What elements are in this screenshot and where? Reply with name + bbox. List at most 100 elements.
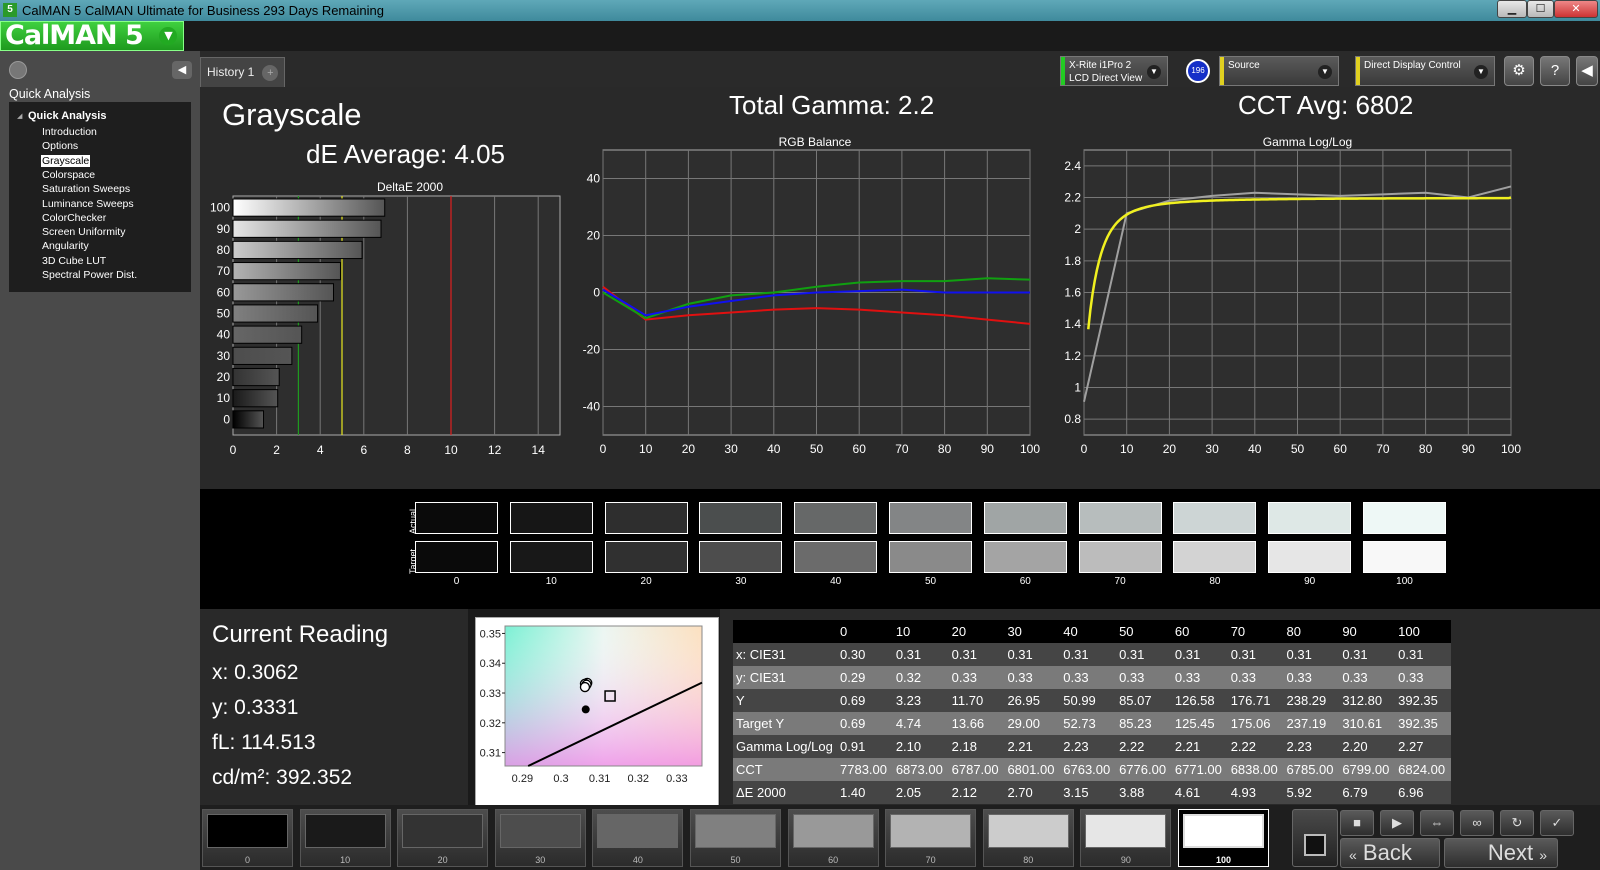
table-cell: 237.19	[1286, 716, 1327, 731]
fit-icon[interactable]: ⇔	[1420, 810, 1454, 836]
patch-label: 60	[828, 855, 839, 865]
tree-root[interactable]: Quick Analysis	[28, 110, 106, 122]
stop-toggle-button[interactable]	[1292, 809, 1338, 867]
patch-button[interactable]: 80	[982, 809, 1074, 867]
table-cell: 3.15	[1063, 785, 1089, 800]
deltae-y-tick: 20	[217, 370, 231, 384]
table-cell: 2.10	[895, 739, 922, 754]
collapse-right-icon[interactable]: ◀	[1576, 56, 1598, 86]
checkmark-icon[interactable]: ✓	[1540, 810, 1574, 836]
deltae-bar	[232, 283, 334, 302]
table-row: x: CIE31 0.30 0.31 0.31 0.31 0.31 0.31 0.31 0.31…	[733, 643, 1451, 666]
display-selector[interactable]: Direct Display Control ▼	[1355, 56, 1495, 86]
expand-arrow-icon[interactable]: ◢	[17, 112, 22, 120]
sidebar-item[interactable]: 3D Cube LUT	[41, 255, 107, 267]
table-cell: 126.58	[1174, 693, 1215, 708]
patch-button[interactable]: 50	[690, 809, 781, 867]
maximize-button[interactable]: ☐	[1527, 0, 1554, 18]
collapse-sidebar-button[interactable]: ◀	[172, 61, 192, 79]
sidebar-item[interactable]: Luminance Sweeps	[41, 198, 135, 210]
table-cell: 6.79	[1342, 785, 1368, 800]
table-cell: 3.23	[895, 693, 922, 708]
add-tab-icon[interactable]: +	[262, 65, 279, 81]
rgb-balance-x-tick: 90	[981, 442, 995, 456]
close-button[interactable]: ✕	[1554, 0, 1598, 18]
patch-button[interactable]: 90	[1080, 809, 1172, 867]
minimize-button[interactable]: ▁	[1497, 0, 1527, 18]
actual-swatch	[1078, 502, 1162, 534]
row-label: Gamma Log/Log	[736, 739, 833, 754]
deltae-y-tick: 50	[217, 307, 231, 321]
patch-swatch	[402, 814, 484, 848]
patch-button[interactable]: 30	[494, 809, 586, 867]
source-selector[interactable]: Source ▼	[1219, 56, 1339, 86]
sidebar-item[interactable]: Spectral Power Dist.	[41, 269, 138, 281]
sidebar-item[interactable]: Options	[41, 140, 79, 152]
patch-button[interactable]: 60	[787, 809, 879, 867]
gamma-x-tick: 40	[1248, 442, 1262, 456]
table-cell: 0.31	[1174, 647, 1201, 662]
table-header-cell	[733, 620, 837, 643]
patch-button[interactable]: 0	[202, 809, 293, 867]
sidebar-item[interactable]: Introduction	[41, 126, 98, 138]
help-icon[interactable]: ?	[1540, 56, 1570, 86]
table-cell: 6799.00	[1342, 762, 1390, 777]
gamma-y-tick: 1.2	[1064, 349, 1081, 363]
patch-button[interactable]: 20	[397, 809, 489, 867]
measured-point	[579, 681, 591, 693]
refresh-icon[interactable]: ↻	[1500, 810, 1534, 836]
swatch-label: 40	[830, 576, 842, 587]
back-button[interactable]: « Back	[1340, 838, 1440, 868]
patch-swatch	[1085, 814, 1167, 848]
sidebar-item[interactable]: Saturation Sweeps	[41, 183, 131, 195]
sidebar-item[interactable]: ColorChecker	[41, 212, 107, 224]
table-cell: 2.23	[1286, 739, 1312, 754]
row-label: ΔE 2000	[736, 785, 786, 800]
source-status-bar	[1220, 57, 1224, 85]
table-cell: 0.33	[1398, 670, 1424, 685]
patch-button[interactable]: 100	[1178, 809, 1269, 867]
rgb-balance-x-tick: 50	[810, 442, 824, 456]
tab-bar: History 1 + X-Rite i1Pro 2 LCD Direct Vie…	[200, 51, 1600, 87]
stop-icon[interactable]: ■	[1340, 810, 1374, 836]
loop-icon[interactable]: ∞	[1460, 810, 1494, 836]
table-cell: 0.33	[1286, 670, 1312, 685]
sidebar-item[interactable]: Angularity	[41, 240, 90, 252]
table-cell: 2.22	[1119, 739, 1145, 754]
sidebar-item[interactable]: Colorspace	[41, 169, 96, 181]
gamma-y-tick: 2.4	[1064, 159, 1081, 173]
table-cell: 0.31	[895, 647, 922, 662]
table-cell: 6771.00	[1174, 762, 1222, 777]
settings-gear-icon[interactable]: ⚙	[1504, 56, 1534, 86]
calman-logo-button[interactable]: CalMAN 5 ▼	[0, 21, 184, 51]
table-header-cell: 80	[1286, 624, 1301, 639]
actual-swatch	[1363, 502, 1446, 534]
table-cell: 4.61	[1174, 785, 1201, 800]
play-icon[interactable]: ▶	[1380, 810, 1414, 836]
pin-icon[interactable]	[9, 61, 27, 79]
meter-selector[interactable]: X-Rite i1Pro 2 LCD Direct View ▼	[1060, 56, 1168, 86]
table-row: Y 0.69 3.23 11.70 26.95 50.99 85.07 126.58 176.7…	[733, 689, 1451, 712]
next-button[interactable]: Next »	[1444, 838, 1558, 868]
table-row: y: CIE31 0.29 0.32 0.33 0.33 0.33 0.33 0.33 0.33…	[733, 666, 1451, 689]
patch-button[interactable]: 40	[592, 809, 684, 867]
meter-badge[interactable]: 196	[1186, 59, 1210, 83]
table-cell: 0.29	[840, 670, 866, 685]
tab-history-1[interactable]: History 1 +	[200, 57, 286, 87]
table-cell: 6824.00	[1398, 762, 1446, 777]
patch-button[interactable]: 10	[299, 809, 391, 867]
gamma-x-tick: 90	[1462, 442, 1476, 456]
table-cell: 26.95	[1007, 693, 1040, 708]
table-cell: 0.33	[1230, 670, 1256, 685]
patch-button[interactable]: 70	[885, 809, 977, 867]
patch-label: 90	[1120, 855, 1131, 865]
deltae-bar	[232, 325, 303, 344]
patch-swatch	[207, 814, 288, 848]
sidebar-item[interactable]: Screen Uniformity	[41, 226, 126, 238]
sidebar-item[interactable]: Grayscale	[41, 154, 91, 167]
rgb-balance-x-tick: 0	[600, 442, 607, 456]
window-title: CalMAN 5 CalMAN Ultimate for Business 29…	[22, 3, 384, 18]
table-cell: 0.31	[1342, 647, 1368, 662]
table-row: ΔE 2000 1.40 2.05 2.12 2.70 3.15 3.88 4.61 4.93 5…	[733, 781, 1451, 804]
cie-chart: 0.35 0.34 0.33 0.32 0.31 0.29 0.3 0.31 0.32 0.33	[475, 617, 719, 807]
